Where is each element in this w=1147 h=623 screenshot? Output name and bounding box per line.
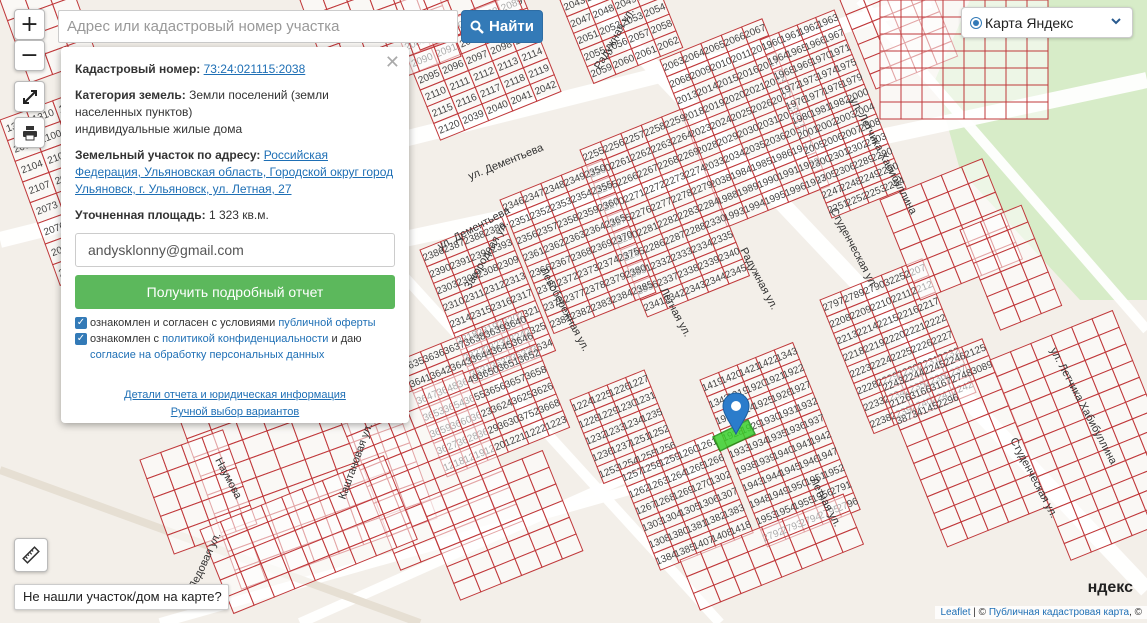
manual-selection-link[interactable]: Ручной выбор вариантов (75, 404, 395, 421)
usage-value: индивидуальные жилые дома (75, 122, 243, 136)
parcel[interactable] (900, 84, 923, 103)
cadastral-source-link[interactable]: Публичная кадастровая карта (989, 607, 1129, 618)
privacy-policy-link[interactable]: политикой конфиденциальности (162, 333, 328, 345)
parcel[interactable] (942, 50, 965, 69)
parcel[interactable] (1005, 67, 1028, 86)
parcel[interactable] (921, 33, 944, 52)
parcel[interactable] (1026, 101, 1049, 120)
parcel[interactable] (984, 67, 1007, 86)
attribution: Leaflet | © Публичная кадастровая карта,… (935, 606, 1147, 619)
parcel[interactable] (879, 84, 902, 103)
chevron-down-icon (1110, 14, 1122, 30)
parcel[interactable] (921, 101, 944, 120)
parcel[interactable] (900, 50, 923, 69)
parcel[interactable] (963, 50, 986, 69)
parcel[interactable] (879, 50, 902, 69)
search-button-label: Найти (489, 18, 534, 35)
parcel[interactable] (879, 0, 902, 18)
cadastral-number-link[interactable]: 73:24:021115:2038 (204, 62, 306, 76)
category-row: Категория земель: Земли поселений (земли… (75, 87, 395, 138)
address-row: Земельный участок по адресу: Российская … (75, 147, 395, 198)
agree-offer-prefix: ознакомлен и согласен с условиями (90, 317, 276, 329)
area-row: Уточненная площадь: 1 323 кв.м. (75, 207, 395, 224)
parcel[interactable] (900, 67, 923, 86)
leaflet-link[interactable]: Leaflet (940, 607, 970, 618)
yandex-logo: ндекс (1087, 579, 1133, 596)
parcel[interactable] (900, 0, 923, 18)
parcel[interactable] (879, 101, 902, 120)
print-button[interactable] (14, 117, 45, 148)
parcel[interactable] (900, 101, 923, 120)
parcel[interactable] (963, 101, 986, 120)
parcel[interactable] (942, 84, 965, 103)
report-details-link[interactable]: Детали отчета и юридическая информация (75, 387, 395, 404)
zoom-out-button[interactable]: − (14, 40, 45, 71)
parcel[interactable] (984, 50, 1007, 69)
parcel[interactable] (984, 101, 1007, 120)
privacy-checkbox[interactable]: ✓ (75, 333, 87, 345)
cadastral-label: Кадастровый номер: (75, 62, 201, 76)
parcel[interactable] (942, 101, 965, 120)
map-layer-label: Карта Яндекс (985, 14, 1074, 31)
parcel[interactable] (921, 84, 944, 103)
agree-offer-text: ознакомлен и согласен с условиями публич… (90, 315, 376, 331)
attrib-suffix: , © (1129, 607, 1142, 618)
cadastral-row: Кадастровый номер: 73:24:021115:2038 (75, 61, 395, 78)
area-value: 1 323 кв.м. (208, 208, 269, 222)
parcel[interactable] (879, 33, 902, 52)
not-found-button[interactable]: Не нашли участок/дом на карте? (14, 584, 229, 610)
agreements: ✓ ознакомлен и согласен с условиями публ… (75, 315, 395, 363)
parcel[interactable] (921, 50, 944, 69)
printer-icon (22, 125, 37, 140)
radio-selected-icon (970, 16, 982, 29)
parcel[interactable] (900, 16, 923, 35)
search-icon (470, 20, 484, 34)
parcel[interactable] (879, 67, 902, 86)
parcel[interactable] (1005, 50, 1028, 69)
area-label: Уточненная площадь: (75, 208, 206, 222)
popup-links: Детали отчета и юридическая информация Р… (75, 387, 395, 421)
search-input[interactable]: Адрес или кадастровый номер участка (58, 10, 458, 43)
parcel[interactable] (963, 67, 986, 86)
street-label: ул. Дементьева (467, 141, 546, 182)
public-offer-link[interactable]: публичной оферты (278, 317, 375, 329)
parcel[interactable] (942, 33, 965, 52)
parcel[interactable] (900, 33, 923, 52)
parcel[interactable] (963, 84, 986, 103)
parcel[interactable] (1026, 67, 1049, 86)
agree-privacy-mid: и даю (331, 333, 362, 345)
parcel-info-popup: ✕ Кадастровый номер: 73:24:021115:2038 К… (61, 47, 409, 423)
ruler-icon (22, 546, 40, 564)
parcel[interactable] (1026, 50, 1049, 69)
attrib-sep: | © (973, 607, 987, 618)
offer-checkbox[interactable]: ✓ (75, 317, 87, 329)
get-report-button[interactable]: Получить подробный отчет (75, 275, 395, 309)
parcel[interactable] (984, 84, 1007, 103)
expand-icon (22, 89, 37, 104)
parcel[interactable] (921, 16, 944, 35)
search-button[interactable]: Найти (461, 10, 543, 43)
measure-button[interactable] (14, 538, 48, 572)
parcel[interactable] (942, 67, 965, 86)
close-icon[interactable]: ✕ (385, 52, 400, 73)
address-label: Земельный участок по адресу: (75, 148, 261, 162)
street-label: Радужная ул. (737, 246, 780, 312)
parcel[interactable] (879, 16, 902, 35)
email-field[interactable]: andysklonny@gmail.com (75, 233, 395, 267)
agree-privacy-prefix: ознакомлен с (90, 333, 160, 345)
parcel[interactable] (1005, 84, 1028, 103)
zoom-in-button[interactable]: + (14, 9, 45, 40)
map-layer-select[interactable]: Карта Яндекс (961, 7, 1133, 38)
parcel[interactable] (1026, 84, 1049, 103)
parcel[interactable] (1005, 101, 1028, 120)
parcel[interactable] (921, 0, 944, 18)
category-label: Категория земель: (75, 88, 186, 102)
fullscreen-button[interactable] (14, 81, 45, 112)
personal-data-consent-link[interactable]: согласие на обработку персональных данны… (90, 349, 324, 361)
parcel[interactable] (921, 67, 944, 86)
agree-privacy-text: ознакомлен с политикой конфиденциальност… (90, 331, 395, 363)
